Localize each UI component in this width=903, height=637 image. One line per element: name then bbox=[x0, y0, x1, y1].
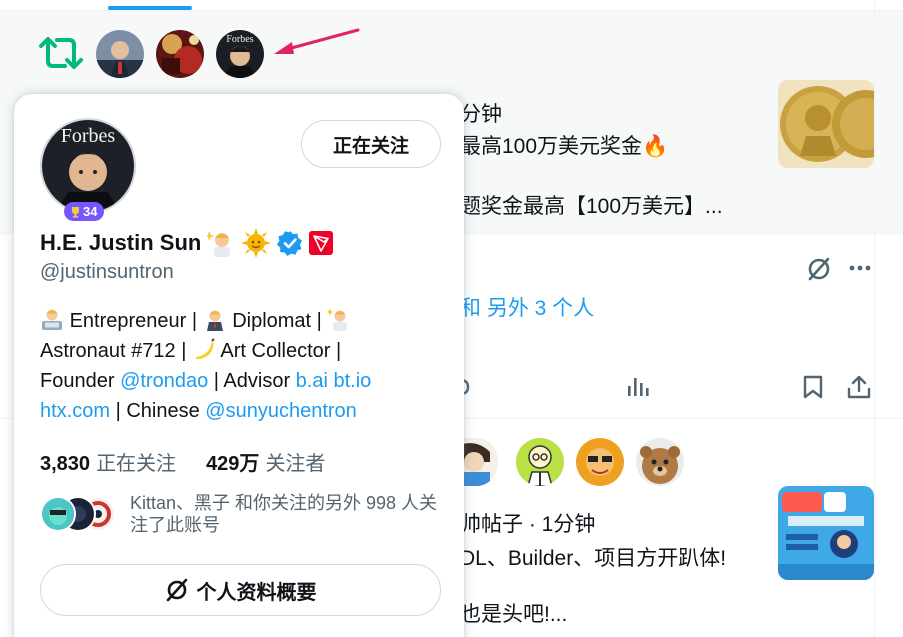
grok-icon bbox=[166, 578, 187, 602]
bio-url-link[interactable]: bt.io bbox=[333, 370, 371, 392]
profile-avatar[interactable]: Forbes bbox=[40, 118, 136, 214]
post-thumbnail[interactable] bbox=[778, 486, 874, 580]
bio-text: Art Collector | bbox=[220, 340, 342, 362]
post-thumbnail[interactable] bbox=[778, 80, 874, 168]
post-text-line: 也是头吧!... bbox=[460, 603, 568, 626]
avatar bbox=[40, 496, 76, 532]
name-line: H.E. Justin Sun bbox=[40, 228, 334, 258]
followed-by-text: Kittan、黑子 和你关注的另外 998 人关注了此账号 bbox=[130, 493, 438, 535]
post-text-line: 题奖金最高【100万美元】... bbox=[460, 195, 723, 218]
avatar[interactable] bbox=[96, 30, 144, 78]
tron-affiliate-icon[interactable] bbox=[309, 231, 334, 255]
technologist-emoji-icon bbox=[42, 309, 62, 330]
display-name[interactable]: H.E. Justin Sun bbox=[40, 230, 201, 256]
followers-stat[interactable]: 429万 关注者 bbox=[206, 447, 325, 476]
post-time: 分钟 bbox=[460, 103, 502, 126]
svg-text:Forbes: Forbes bbox=[61, 125, 116, 147]
profile-summary-button[interactable]: 个人资料概要 bbox=[40, 564, 441, 616]
more-options-icon[interactable] bbox=[848, 262, 872, 274]
avatar[interactable]: Forbes bbox=[216, 30, 264, 78]
astronaut-emoji-icon bbox=[207, 231, 231, 257]
followers-avatar-stack bbox=[40, 496, 116, 532]
pointer-arrow-annotation bbox=[274, 28, 360, 54]
followers-count: 429万 bbox=[206, 453, 260, 475]
retweet-icon bbox=[39, 37, 83, 69]
avatar[interactable] bbox=[636, 438, 684, 486]
following-label: 正在关注 bbox=[96, 453, 177, 475]
sun-emoji-icon bbox=[241, 228, 272, 258]
bio-url-link[interactable]: b.ai bbox=[296, 370, 328, 392]
post-author-time: 帅帖子 · 1分钟 bbox=[460, 513, 596, 536]
following-button[interactable]: 正在关注 bbox=[301, 120, 441, 168]
badge-count: 34 bbox=[83, 204, 98, 219]
subscription-badge: 34 bbox=[64, 202, 105, 221]
post-text-line: DL、Builder、项目方开趴体! bbox=[460, 547, 727, 570]
followers-label: 关注者 bbox=[265, 453, 326, 475]
bio-mention-link[interactable]: @trondao bbox=[120, 370, 208, 392]
following-stat[interactable]: 3,830 正在关注 bbox=[40, 447, 176, 476]
svg-text:Forbes: Forbes bbox=[226, 34, 253, 45]
avatar[interactable] bbox=[516, 438, 564, 486]
avatar[interactable] bbox=[156, 30, 204, 78]
bookmark-icon[interactable] bbox=[802, 374, 824, 400]
verified-badge-icon[interactable] bbox=[277, 230, 303, 256]
profile-bio: Entrepreneur | Diplomat | Astronaut #712… bbox=[40, 306, 450, 426]
avatar[interactable] bbox=[576, 438, 624, 486]
views-icon[interactable] bbox=[626, 376, 650, 398]
profile-summary-label: 个人资料概要 bbox=[196, 581, 317, 604]
bio-text: Diplomat | bbox=[232, 310, 322, 332]
grok-icon[interactable] bbox=[806, 256, 832, 282]
bio-text: | Chinese bbox=[115, 400, 200, 422]
bio-mention-link[interactable]: @sunyuchentron bbox=[205, 400, 357, 422]
trophy-icon bbox=[72, 206, 79, 218]
bio-text: Entrepreneur | bbox=[69, 310, 198, 332]
bio-text: Founder bbox=[40, 370, 115, 392]
username-handle[interactable]: @justinsuntron bbox=[40, 261, 174, 284]
businessman-emoji-icon bbox=[206, 310, 223, 331]
post-text-line: 最高100万美元奖金🔥 bbox=[460, 135, 669, 158]
share-icon[interactable] bbox=[846, 374, 872, 400]
bio-url-link[interactable]: htx.com bbox=[40, 400, 110, 422]
profile-hover-card: Forbes 34 正在关注 H.E. Justin Sun @justinsu… bbox=[14, 94, 464, 637]
banana-emoji-icon bbox=[195, 338, 215, 359]
bio-text: | Advisor bbox=[213, 370, 291, 392]
follow-stats: 3,830 正在关注 429万 关注者 bbox=[40, 447, 325, 476]
column-border bbox=[874, 0, 875, 637]
bio-text: Astronaut #712 | bbox=[40, 340, 187, 362]
following-count: 3,830 bbox=[40, 453, 91, 475]
astronaut-emoji-icon bbox=[327, 308, 348, 331]
liked-by-text[interactable]: 和 另外 3 个人 bbox=[460, 292, 594, 322]
